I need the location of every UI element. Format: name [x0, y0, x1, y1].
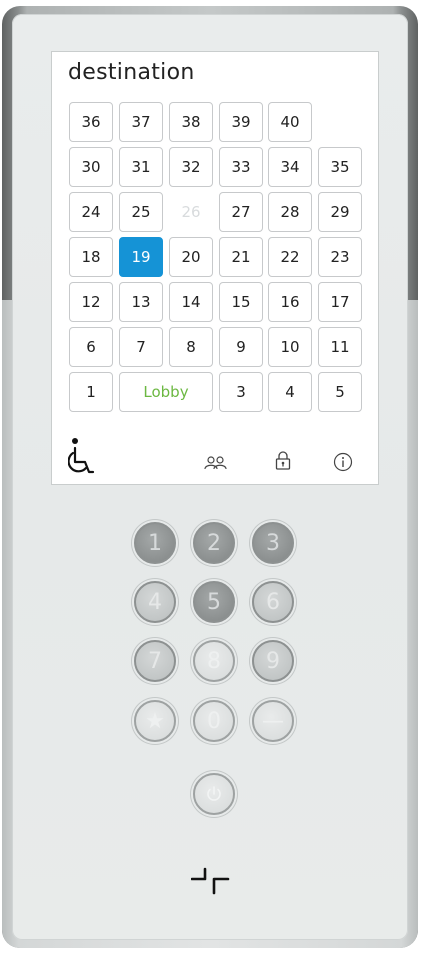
keypad-key-power[interactable]	[193, 773, 235, 815]
touch-screen: destination 36 37 38 39 40 30 31 32 33 3…	[52, 52, 378, 484]
floor-button-34[interactable]: 34	[268, 147, 312, 187]
floor-button-26: 26	[169, 192, 213, 232]
floor-button-37[interactable]: 37	[119, 102, 163, 142]
keypad-key-8[interactable]: 8	[193, 640, 235, 682]
keypad-key-4[interactable]: 4	[134, 581, 176, 623]
floor-button-11[interactable]: 11	[318, 327, 362, 367]
floor-button-8[interactable]: 8	[169, 327, 213, 367]
floor-button-38[interactable]: 38	[169, 102, 213, 142]
floor-button-9[interactable]: 9	[219, 327, 263, 367]
lock-icon[interactable]	[275, 450, 291, 470]
brand-logo-icon	[191, 867, 230, 895]
floor-button-35[interactable]: 35	[318, 147, 362, 187]
floor-button-12[interactable]: 12	[69, 282, 113, 322]
floor-button-40[interactable]: 40	[268, 102, 312, 142]
floor-button-39[interactable]: 39	[219, 102, 263, 142]
screen-title: destination	[68, 60, 195, 85]
wheelchair-icon[interactable]	[68, 436, 96, 476]
power-icon	[207, 786, 221, 801]
info-icon[interactable]	[333, 452, 353, 472]
floor-button-7[interactable]: 7	[119, 327, 163, 367]
floor-button-31[interactable]: 31	[119, 147, 163, 187]
floor-button-5[interactable]: 5	[318, 372, 362, 412]
floor-button-21[interactable]: 21	[219, 237, 263, 277]
floor-button-22[interactable]: 22	[268, 237, 312, 277]
floor-button-15[interactable]: 15	[219, 282, 263, 322]
keypad-key-0[interactable]: 0	[193, 700, 235, 742]
floor-button-13[interactable]: 13	[119, 282, 163, 322]
keypad-key-1[interactable]: 1	[134, 522, 176, 564]
keypad-key-6[interactable]: 6	[252, 581, 294, 623]
floor-button-14[interactable]: 14	[169, 282, 213, 322]
floor-button-27[interactable]: 27	[219, 192, 263, 232]
floor-button-23[interactable]: 23	[318, 237, 362, 277]
keypad-key-minus[interactable]: —	[252, 700, 294, 742]
floor-button-30[interactable]: 30	[69, 147, 113, 187]
floor-button-32[interactable]: 32	[169, 147, 213, 187]
floor-button-29[interactable]: 29	[318, 192, 362, 232]
keypad-key-3[interactable]: 3	[252, 522, 294, 564]
floor-button-1[interactable]: 1	[69, 372, 113, 412]
floor-button-10[interactable]: 10	[268, 327, 312, 367]
floor-button-6[interactable]: 6	[69, 327, 113, 367]
keypad-key-5[interactable]: 5	[193, 581, 235, 623]
keypad-key-star[interactable]: ★	[134, 700, 176, 742]
floor-button-24[interactable]: 24	[69, 192, 113, 232]
floor-button-33[interactable]: 33	[219, 147, 263, 187]
floor-button-4[interactable]: 4	[268, 372, 312, 412]
floor-button-lobby[interactable]: Lobby	[119, 372, 213, 412]
floor-button-18[interactable]: 18	[69, 237, 113, 277]
floor-button-20[interactable]: 20	[169, 237, 213, 277]
floor-button-36[interactable]: 36	[69, 102, 113, 142]
group-icon[interactable]	[204, 456, 228, 470]
floor-button-16[interactable]: 16	[268, 282, 312, 322]
floor-button-28[interactable]: 28	[268, 192, 312, 232]
keypad-key-9[interactable]: 9	[252, 640, 294, 682]
floor-button-25[interactable]: 25	[119, 192, 163, 232]
keypad-key-7[interactable]: 7	[134, 640, 176, 682]
keypad-key-2[interactable]: 2	[193, 522, 235, 564]
floor-button-19[interactable]: 19	[119, 237, 163, 277]
floor-button-17[interactable]: 17	[318, 282, 362, 322]
floor-button-3[interactable]: 3	[219, 372, 263, 412]
